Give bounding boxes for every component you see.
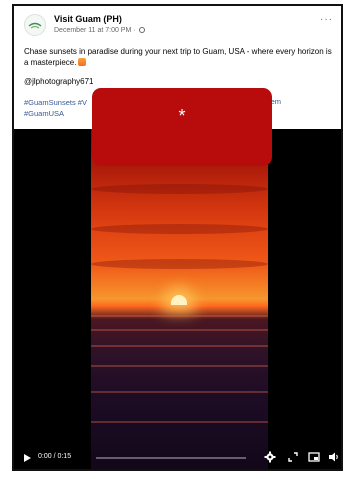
post-timestamp[interactable]: December 11 at 7:00 PM · [54,27,145,34]
sun [171,295,187,305]
sunset-emoji-icon [78,58,87,66]
wave-line [91,315,268,317]
fullscreen-icon[interactable] [287,451,299,463]
wave-line [91,421,268,423]
wave-line [91,329,268,331]
sunset-video-frame[interactable] [91,129,268,469]
photo-credit[interactable]: @jlphotography671 [24,77,94,86]
guam-logo-icon [28,22,42,29]
cloud-band [91,259,268,269]
video-controls: 0:00 / 0:15 [14,447,341,469]
redaction-overlay: * [92,88,272,166]
post-caption: Chase sunsets in paradise during your ne… [24,46,336,68]
cloud-band [91,224,268,234]
timestamp-text[interactable]: December 11 at 7:00 PM · [54,27,136,34]
wave-line [91,365,268,367]
cloud-band [91,184,268,194]
wave-line [91,391,268,393]
settings-icon[interactable] [264,451,276,463]
volume-icon[interactable] [328,451,340,463]
hashtag-link[interactable]: #GuamUSA [24,109,64,118]
picture-in-picture-icon[interactable] [308,451,320,463]
post-card: Visit Guam (PH) December 11 at 7:00 PM ·… [12,4,343,471]
post-header: Visit Guam (PH) December 11 at 7:00 PM ·… [14,6,341,44]
more-options-button[interactable]: ··· [320,14,333,25]
caption-text: Chase sunsets in paradise during your ne… [24,47,332,67]
video-time: 0:00 / 0:15 [38,453,72,460]
play-icon[interactable] [24,454,31,462]
video-progress-bar[interactable] [96,457,246,459]
hashtag-link[interactable]: #GuamSunsets #V [24,98,87,107]
page-name[interactable]: Visit Guam (PH) [54,14,122,24]
video-player[interactable]: 0:00 / 0:15 [14,129,341,469]
wave-line [91,345,268,347]
redaction-mark: * [178,106,186,126]
globe-icon [138,27,145,33]
page-avatar[interactable] [24,14,46,36]
